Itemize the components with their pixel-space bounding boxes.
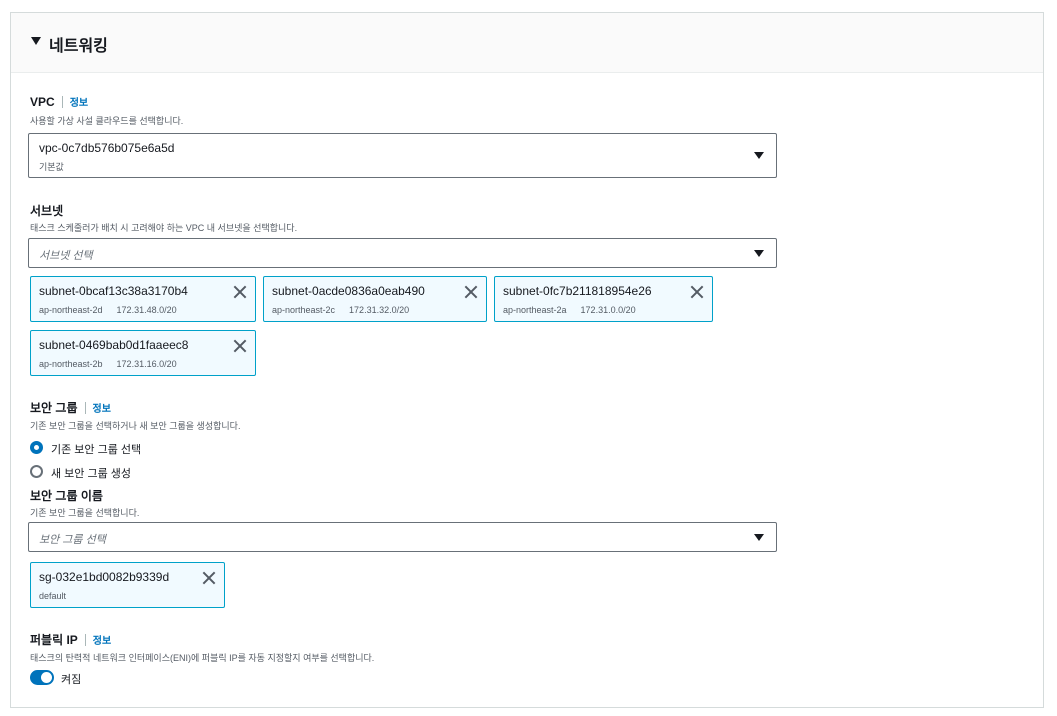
security-group-token: sg-032e1bd0082b9339d default xyxy=(30,562,225,608)
subnet-select[interactable]: 서브넷 선택 xyxy=(28,238,777,268)
subnet-token-name: subnet-0fc7b211818954e26 xyxy=(503,284,652,298)
subnet-token-detail: ap-northeast-2b 172.31.16.0/20 xyxy=(39,359,177,369)
subnet-token: subnet-0fc7b211818954e26 ap-northeast-2a… xyxy=(494,276,713,322)
subnet-token: subnet-0acde0836a0eab490 ap-northeast-2c… xyxy=(263,276,487,322)
vpc-select-value: vpc-0c7db576b075e6a5d xyxy=(39,141,175,155)
vpc-info-link[interactable]: 정보 xyxy=(70,94,88,109)
radio-existing-label[interactable]: 기존 보안 그룹 선택 xyxy=(51,441,141,457)
subnet-token-detail: ap-northeast-2d 172.31.48.0/20 xyxy=(39,305,177,315)
security-group-token-sub: default xyxy=(39,591,67,601)
security-group-select[interactable]: 보안 그룹 선택 xyxy=(28,522,777,552)
subnet-placeholder: 서브넷 선택 xyxy=(39,250,93,262)
security-group-token-name: sg-032e1bd0082b9339d xyxy=(39,570,170,584)
remove-icon[interactable] xyxy=(464,285,478,299)
vpc-select-sub: 기본값 xyxy=(39,162,64,172)
subnet-label: 서브넷 xyxy=(30,204,64,218)
subnet-token: subnet-0bcaf13c38a3170b4 ap-northeast-2d… xyxy=(30,276,256,322)
security-group-name-description: 기존 보안 그룹을 선택합니다. xyxy=(30,508,140,518)
security-group-label-row: 보안 그룹 정보 xyxy=(30,399,111,416)
subnet-token-detail: ap-northeast-2a 172.31.0.0/20 xyxy=(503,305,636,315)
security-group-info-link[interactable]: 정보 xyxy=(93,400,111,415)
radio-existing-security-group[interactable] xyxy=(30,441,43,454)
divider xyxy=(61,95,63,108)
remove-icon[interactable] xyxy=(233,285,247,299)
vpc-label-row: VPC 정보 xyxy=(30,94,88,110)
vpc-label: VPC xyxy=(30,94,55,109)
subnet-token-name: subnet-0acde0836a0eab490 xyxy=(272,284,425,298)
security-group-label: 보안 그룹 xyxy=(30,401,78,415)
public-ip-info-link[interactable]: 정보 xyxy=(93,632,111,647)
public-ip-description: 태스크의 탄력적 네트워크 인터페이스(ENI)에 퍼블릭 IP를 자동 지정할… xyxy=(30,653,375,663)
divider xyxy=(84,633,86,646)
remove-icon[interactable] xyxy=(202,571,216,585)
remove-icon[interactable] xyxy=(233,339,247,353)
subnet-token-detail: ap-northeast-2c 172.31.32.0/20 xyxy=(272,305,410,315)
public-ip-label: 퍼블릭 IP xyxy=(30,633,78,647)
public-ip-toggle-label: 켜짐 xyxy=(61,674,82,686)
dropdown-arrow-icon xyxy=(754,534,764,541)
public-ip-label-row: 퍼블릭 IP 정보 xyxy=(30,631,111,648)
subnet-token-name: subnet-0bcaf13c38a3170b4 xyxy=(39,284,188,298)
networking-header[interactable]: 네트워킹 xyxy=(11,13,1043,73)
section-title: 네트워킹 xyxy=(49,38,108,55)
subnet-token: subnet-0469bab0d1faaeec8 ap-northeast-2b… xyxy=(30,330,256,376)
radio-new-label[interactable]: 새 보안 그룹 생성 xyxy=(51,465,131,481)
vpc-select[interactable]: vpc-0c7db576b075e6a5d 기본값 xyxy=(28,133,777,178)
remove-icon[interactable] xyxy=(690,285,704,299)
divider xyxy=(84,401,86,414)
subnet-description: 태스크 스케줄러가 배치 시 고려해야 하는 VPC 내 서브넷을 선택합니다. xyxy=(30,223,298,233)
vpc-description: 사용할 가상 사설 클라우드를 선택합니다. xyxy=(30,116,184,126)
radio-new-security-group[interactable] xyxy=(30,465,43,478)
subnet-token-name: subnet-0469bab0d1faaeec8 xyxy=(39,338,189,352)
security-group-description: 기존 보안 그룹을 선택하거나 새 보안 그룹을 생성합니다. xyxy=(30,421,241,431)
public-ip-toggle[interactable] xyxy=(30,670,54,685)
dropdown-arrow-icon xyxy=(754,250,764,257)
caret-down-icon[interactable] xyxy=(31,37,41,45)
security-group-name-label: 보안 그룹 이름 xyxy=(30,489,103,503)
security-group-placeholder: 보안 그룹 선택 xyxy=(39,534,106,546)
dropdown-arrow-icon xyxy=(754,152,764,159)
